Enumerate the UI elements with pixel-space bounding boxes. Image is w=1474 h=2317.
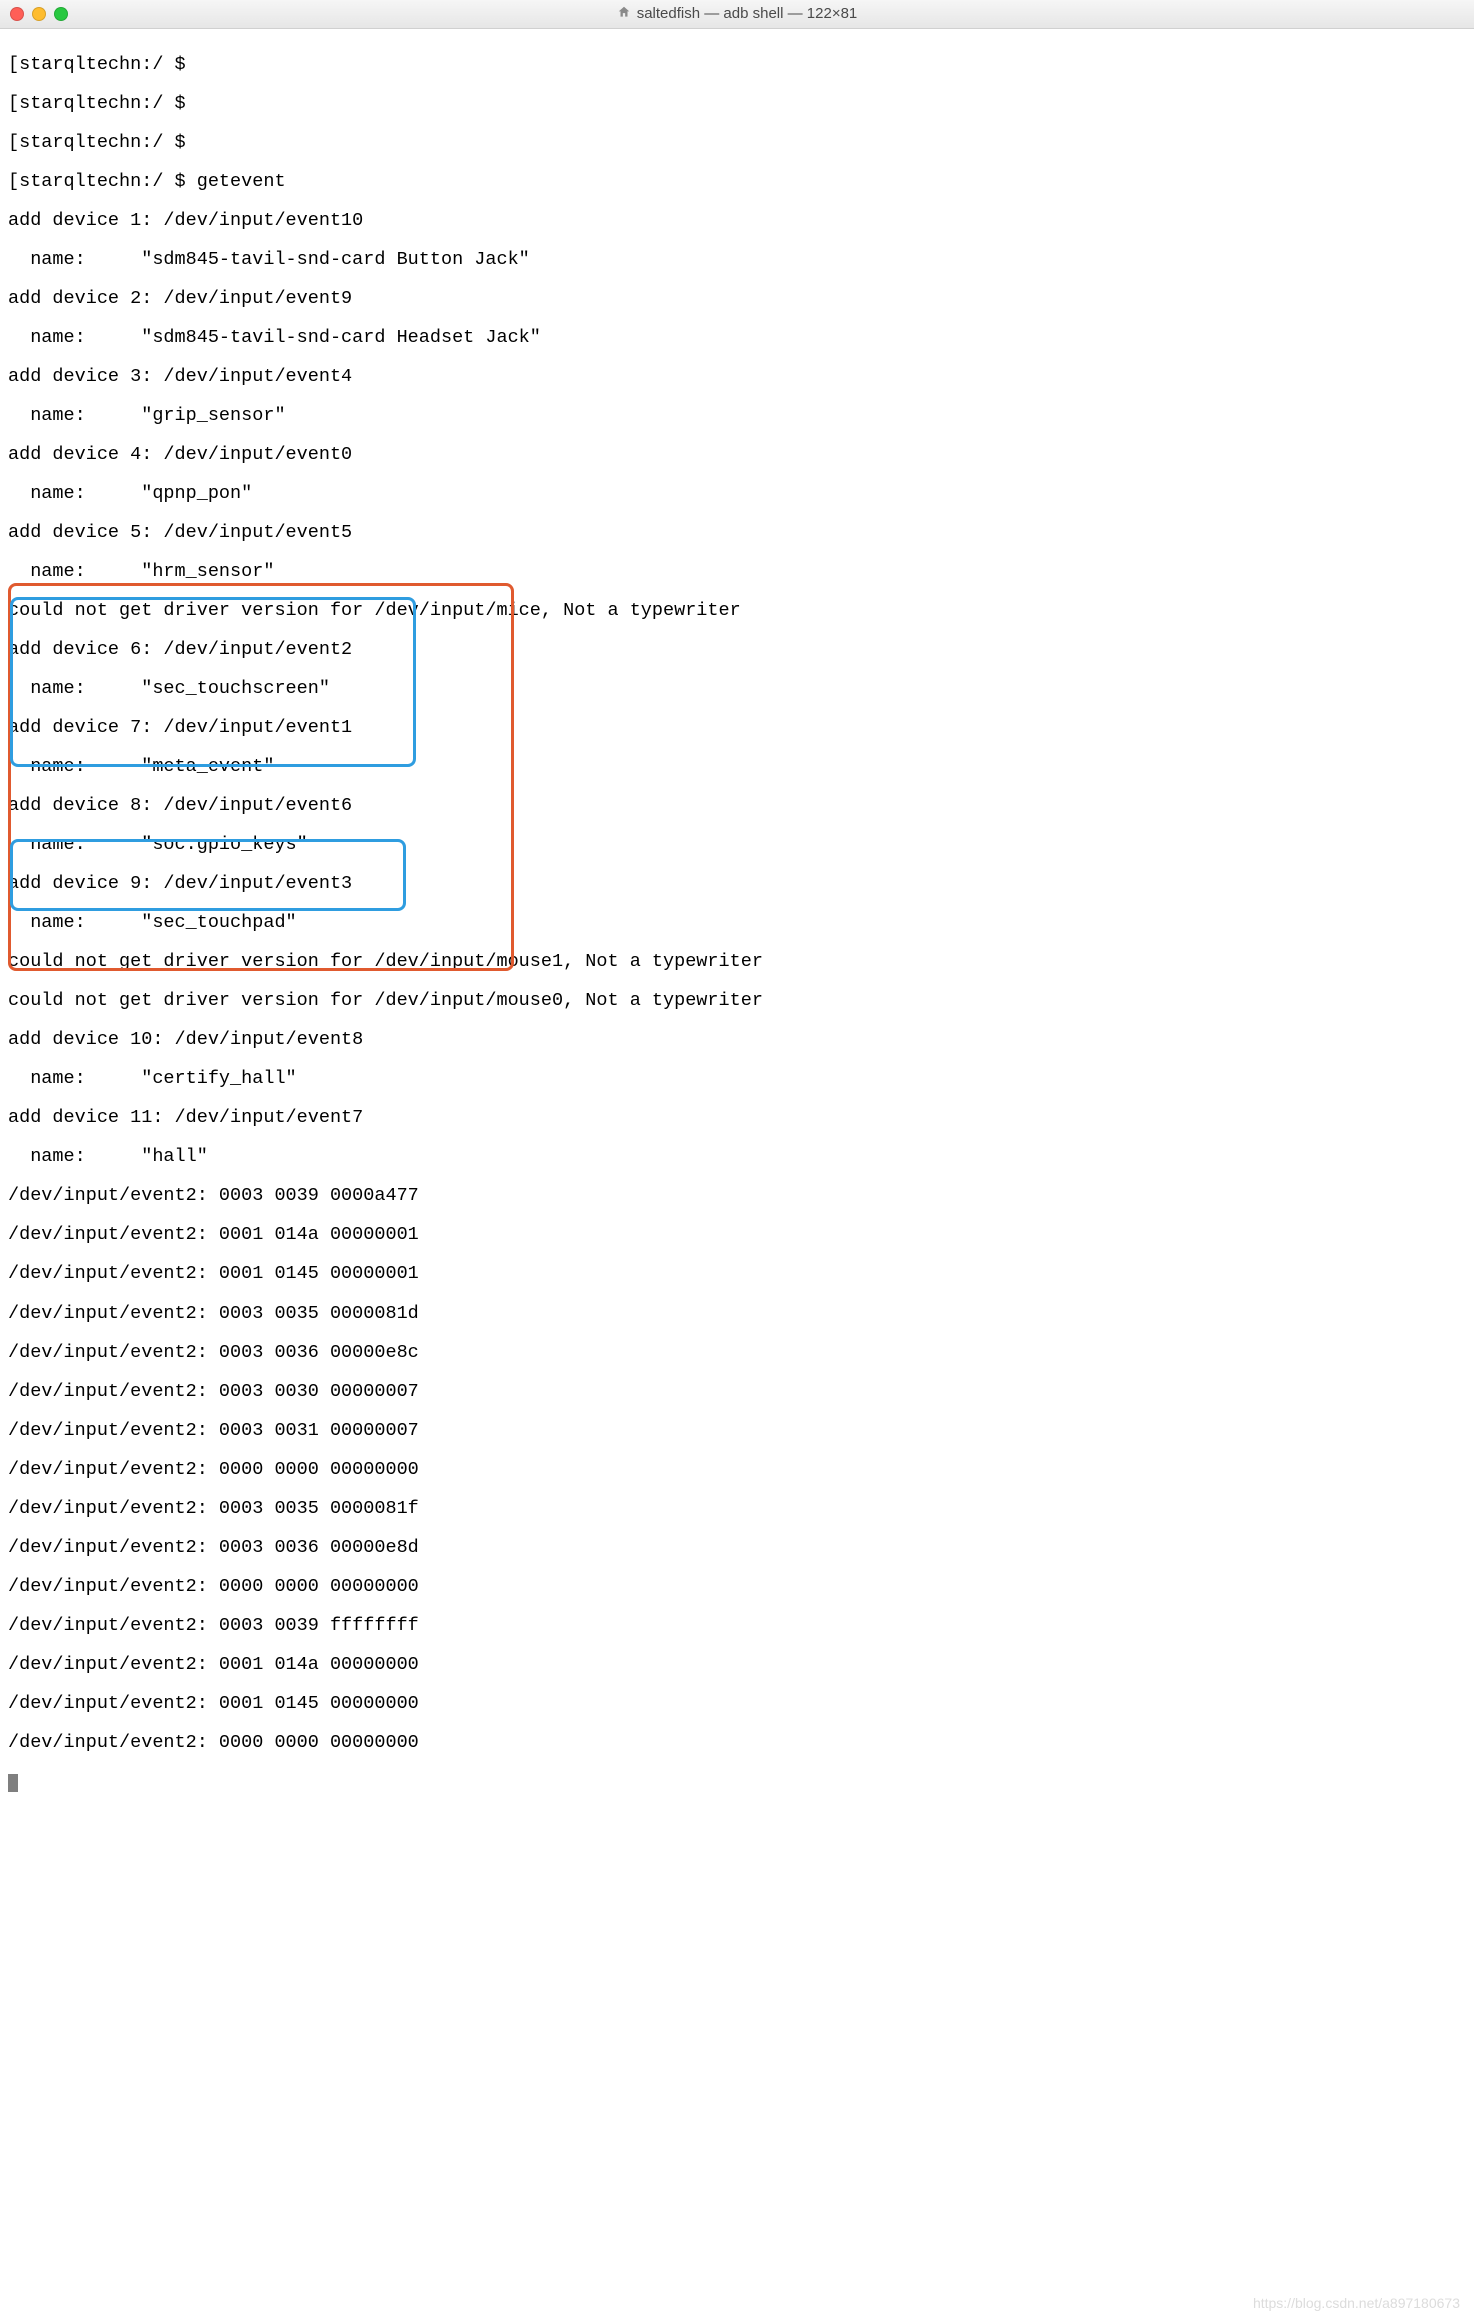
output-line: add device 3: /dev/input/event4 [8, 367, 1466, 387]
window-title: saltedfish — adb shell — 122×81 [0, 5, 1474, 23]
terminal-body[interactable]: [starqltechn:/ $ [starqltechn:/ $ [starq… [0, 29, 1474, 1917]
event-line: /dev/input/event2: 0003 0039 0000a477 [8, 1186, 1466, 1206]
output-line: name: "hall" [8, 1147, 1466, 1167]
titlebar: saltedfish — adb shell — 122×81 [0, 0, 1474, 29]
output-line: add device 8: /dev/input/event6 [8, 796, 1466, 816]
output-line: could not get driver version for /dev/in… [8, 952, 1466, 972]
prompt-line: [starqltechn:/ $ [8, 133, 1466, 153]
event-line: /dev/input/event2: 0003 0030 00000007 [8, 1382, 1466, 1402]
output-line: name: "grip_sensor" [8, 406, 1466, 426]
output-line: could not get driver version for /dev/in… [8, 991, 1466, 1011]
event-line: /dev/input/event2: 0001 014a 00000001 [8, 1225, 1466, 1245]
event-line: /dev/input/event2: 0001 0145 00000000 [8, 1694, 1466, 1714]
event-line: /dev/input/event2: 0003 0035 0000081d [8, 1304, 1466, 1324]
output-line: name: "sec_touchpad" [8, 913, 1466, 933]
output-line: could not get driver version for /dev/in… [8, 601, 1466, 621]
minimize-icon[interactable] [32, 7, 46, 21]
output-line: add device 7: /dev/input/event1 [8, 718, 1466, 738]
output-line: name: "sec_touchscreen" [8, 679, 1466, 699]
output-line: add device 11: /dev/input/event7 [8, 1108, 1466, 1128]
window-title-text: saltedfish — adb shell — 122×81 [637, 6, 858, 22]
event-line: /dev/input/event2: 0000 0000 00000000 [8, 1733, 1466, 1753]
output-line: add device 10: /dev/input/event8 [8, 1030, 1466, 1050]
output-line: name: "meta_event" [8, 757, 1466, 777]
output-line: add device 9: /dev/input/event3 [8, 874, 1466, 894]
traffic-lights [0, 7, 68, 21]
event-line: /dev/input/event2: 0001 0145 00000001 [8, 1264, 1466, 1284]
output-line: name: "certify_hall" [8, 1069, 1466, 1089]
output-line: name: "sdm845-tavil-snd-card Button Jack… [8, 250, 1466, 270]
output-line: name: "qpnp_pon" [8, 484, 1466, 504]
output-line: add device 5: /dev/input/event5 [8, 523, 1466, 543]
output-line: add device 4: /dev/input/event0 [8, 445, 1466, 465]
event-line: /dev/input/event2: 0001 014a 00000000 [8, 1655, 1466, 1675]
output-line: add device 6: /dev/input/event2 [8, 640, 1466, 660]
home-icon [617, 5, 631, 23]
blank-area [0, 1917, 1474, 2317]
terminal-window: saltedfish — adb shell — 122×81 [starqlt… [0, 0, 1474, 2317]
event-line: /dev/input/event2: 0003 0036 00000e8c [8, 1343, 1466, 1363]
prompt-line: [starqltechn:/ $ getevent [8, 172, 1466, 192]
event-line: /dev/input/event2: 0003 0031 00000007 [8, 1421, 1466, 1441]
output-line: name: "soc:gpio_keys" [8, 835, 1466, 855]
prompt-line: [starqltechn:/ $ [8, 55, 1466, 75]
cursor-line [8, 1772, 1466, 1792]
event-line: /dev/input/event2: 0003 0039 ffffffff [8, 1616, 1466, 1636]
zoom-icon[interactable] [54, 7, 68, 21]
event-line: /dev/input/event2: 0000 0000 00000000 [8, 1460, 1466, 1480]
event-line: /dev/input/event2: 0000 0000 00000000 [8, 1577, 1466, 1597]
event-line: /dev/input/event2: 0003 0035 0000081f [8, 1499, 1466, 1519]
output-line: name: "hrm_sensor" [8, 562, 1466, 582]
cursor-icon [8, 1774, 18, 1792]
event-line: /dev/input/event2: 0003 0036 00000e8d [8, 1538, 1466, 1558]
output-line: name: "sdm845-tavil-snd-card Headset Jac… [8, 328, 1466, 348]
output-line: add device 1: /dev/input/event10 [8, 211, 1466, 231]
prompt-line: [starqltechn:/ $ [8, 94, 1466, 114]
close-icon[interactable] [10, 7, 24, 21]
output-line: add device 2: /dev/input/event9 [8, 289, 1466, 309]
